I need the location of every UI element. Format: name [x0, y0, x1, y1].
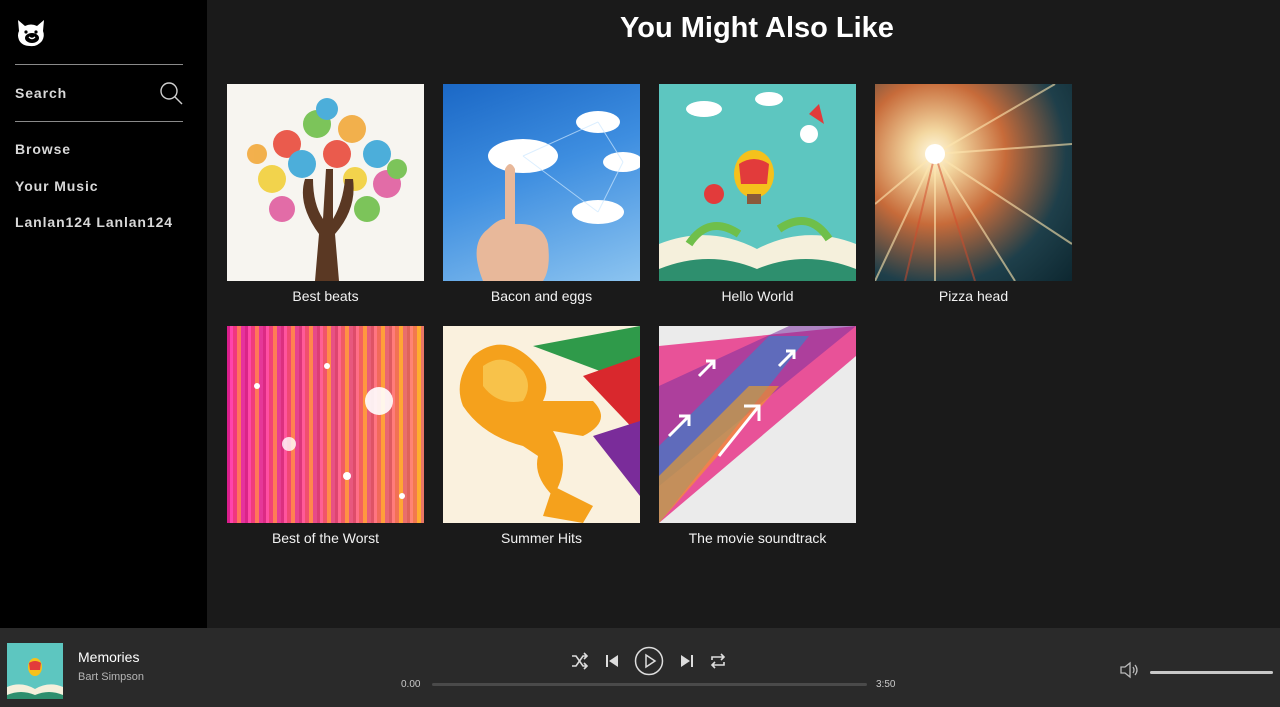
playlist-title[interactable]: Pizza head — [875, 288, 1072, 304]
next-icon[interactable] — [679, 653, 695, 669]
search-label[interactable]: Search — [15, 85, 67, 101]
playlist-title[interactable]: Best beats — [227, 288, 424, 304]
playlist-cover[interactable] — [659, 326, 856, 523]
playlist-cover[interactable] — [443, 84, 640, 281]
progress-bar[interactable] — [432, 683, 867, 686]
sidebar-item-profile[interactable]: Lanlan124 Lanlan124 — [15, 214, 173, 251]
playlist-card[interactable]: Best of the Worst — [227, 326, 424, 546]
playlist-title[interactable]: The movie soundtrack — [659, 530, 856, 546]
player-bar: Memories Bart Simpson 0.00 3:50 — [0, 628, 1280, 707]
playlist-title[interactable]: Best of the Worst — [227, 530, 424, 546]
volume-slider[interactable] — [1150, 671, 1273, 674]
playlist-card[interactable]: Bacon and eggs — [443, 84, 640, 304]
playlist-card[interactable]: Summer Hits — [443, 326, 640, 546]
page-title: You Might Also Like — [620, 12, 894, 44]
playlist-card[interactable]: The movie soundtrack — [659, 326, 856, 546]
sidebar-item-browse[interactable]: Browse — [15, 141, 173, 178]
sidebar-nav: Browse Your Music Lanlan124 Lanlan124 — [15, 141, 173, 251]
shuffle-icon[interactable] — [571, 652, 589, 670]
playlist-cover[interactable] — [659, 84, 856, 281]
main-content: You Might Also Like Best beats Bacon and… — [207, 0, 1280, 628]
playlist-grid: Best beats Bacon and eggs Hello World Pi… — [227, 84, 1072, 546]
cat-logo-icon[interactable] — [15, 16, 47, 48]
playlist-card[interactable]: Pizza head — [875, 84, 1072, 304]
search-row[interactable]: Search — [15, 65, 183, 121]
playlist-title[interactable]: Hello World — [659, 288, 856, 304]
search-icon[interactable] — [159, 81, 183, 105]
playlist-cover[interactable] — [227, 326, 424, 523]
now-playing-artist[interactable]: Bart Simpson — [78, 671, 144, 683]
volume-fill — [1150, 671, 1273, 674]
playlist-card[interactable]: Best beats — [227, 84, 424, 304]
playlist-cover[interactable] — [227, 84, 424, 281]
playlist-title[interactable]: Bacon and eggs — [443, 288, 640, 304]
sidebar: Search Browse Your Music Lanlan124 Lanla… — [0, 0, 207, 628]
playlist-title[interactable]: Summer Hits — [443, 530, 640, 546]
now-playing-title[interactable]: Memories — [78, 649, 139, 665]
playlist-cover[interactable] — [875, 84, 1072, 281]
playlist-cover[interactable] — [443, 326, 640, 523]
divider — [15, 121, 183, 122]
volume-icon[interactable] — [1119, 660, 1139, 680]
duration-time: 3:50 — [876, 679, 896, 690]
sidebar-item-your-music[interactable]: Your Music — [15, 178, 173, 215]
elapsed-time: 0.00 — [401, 679, 421, 690]
play-button[interactable] — [634, 646, 664, 676]
now-playing-cover[interactable] — [7, 643, 63, 699]
previous-icon[interactable] — [604, 653, 620, 669]
playlist-card[interactable]: Hello World — [659, 84, 856, 304]
repeat-icon[interactable] — [709, 652, 727, 670]
